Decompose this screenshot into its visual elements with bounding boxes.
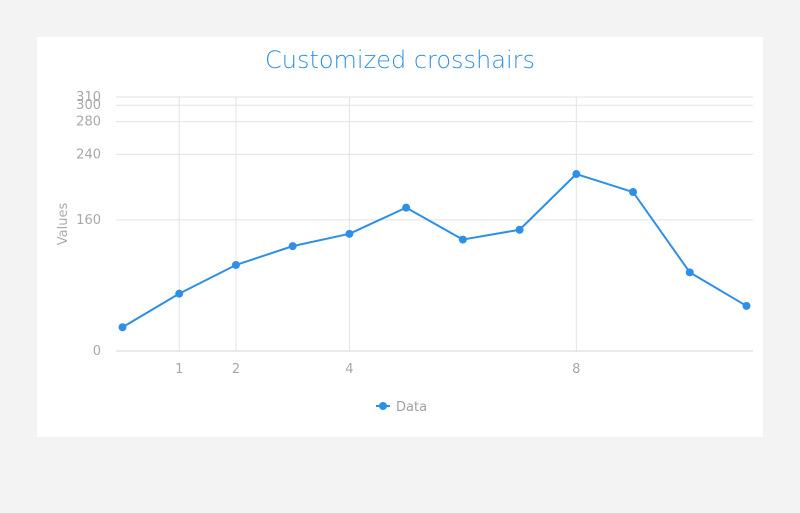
data-point[interactable]: [515, 225, 524, 234]
y-tick-label: 160: [76, 213, 101, 228]
data-point[interactable]: [288, 242, 297, 251]
y-tick-label: 240: [76, 147, 101, 162]
x-tick-label: 4: [345, 362, 353, 377]
data-point[interactable]: [572, 170, 581, 179]
y-axis-label: Values: [56, 203, 71, 246]
series-layer: [118, 170, 751, 332]
y-tick-label: 0: [93, 344, 101, 359]
data-point[interactable]: [685, 268, 694, 277]
data-point[interactable]: [742, 301, 751, 310]
x-tick-label: 2: [232, 362, 240, 377]
data-point[interactable]: [175, 289, 184, 298]
y-tick-label: 280: [76, 115, 101, 130]
data-point[interactable]: [402, 203, 411, 212]
data-point[interactable]: [629, 188, 638, 197]
chart-card: Customized crosshairs Values 0 160 240 280 3…: [37, 37, 763, 437]
legend-label: Data: [396, 400, 427, 415]
data-point[interactable]: [118, 323, 127, 332]
data-point[interactable]: [231, 260, 240, 269]
y-tick-label: 310: [76, 90, 101, 105]
line-chart: Customized crosshairs Values 0 160 240 280 3…: [56, 46, 753, 415]
legend[interactable]: Data: [376, 400, 427, 415]
axes: 01602402803003101 2 4 8: [76, 90, 753, 377]
chart-title: Customized crosshairs: [265, 46, 535, 74]
series-line: [121, 173, 748, 329]
data-point[interactable]: [345, 229, 354, 238]
data-point[interactable]: [458, 235, 467, 244]
x-tick-label: 1: [175, 362, 183, 377]
x-tick-label: 8: [572, 362, 580, 377]
legend-marker: [379, 402, 387, 410]
